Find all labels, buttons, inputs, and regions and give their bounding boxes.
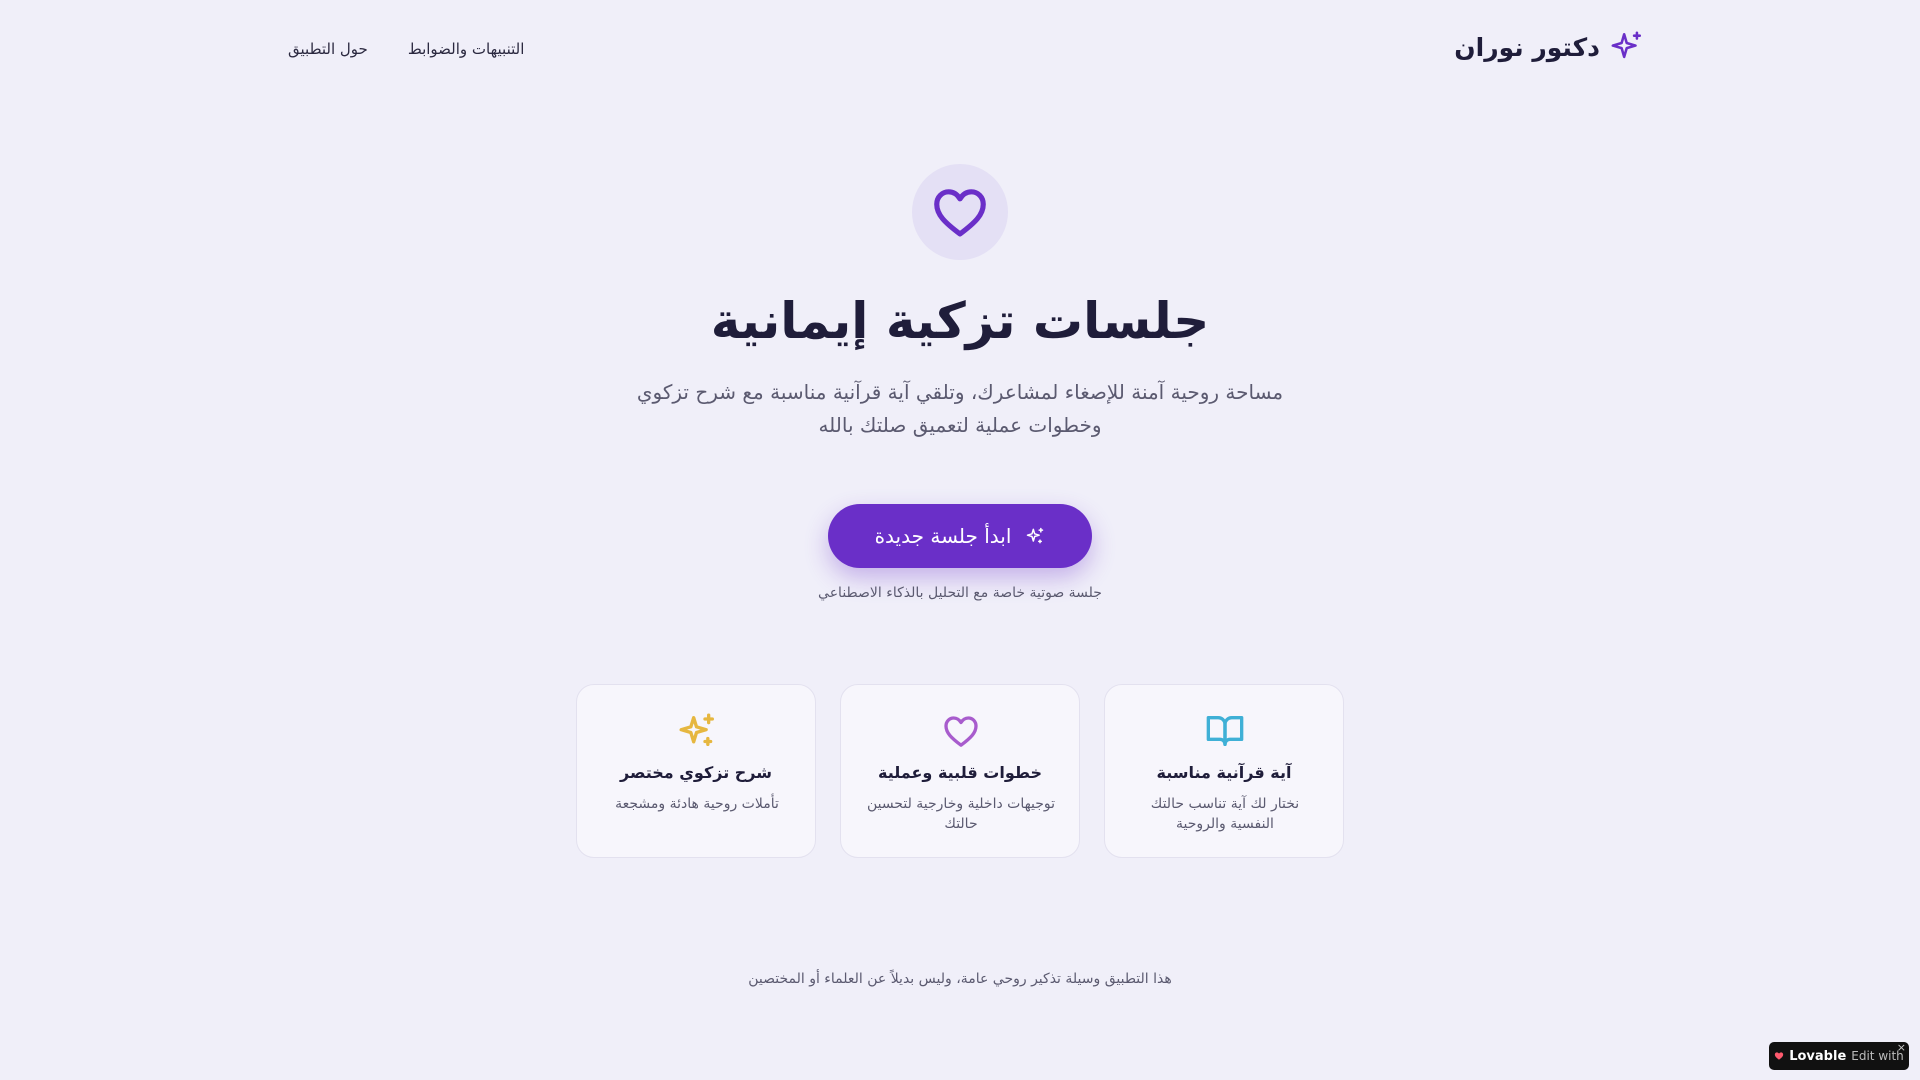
cta-sparkles-icon xyxy=(1025,526,1045,546)
sparkles-icon xyxy=(1610,30,1644,64)
hero-heart-badge xyxy=(912,164,1008,260)
feature-card-quran-verse: آية قرآنية مناسبة نختار لك آية تناسب حال… xyxy=(1104,684,1344,858)
book-icon xyxy=(1205,711,1245,751)
feature-card-explanation: شرح تزكوي مختصر تأملات روحية هادئة ومشجع… xyxy=(576,684,816,858)
badge-close-icon[interactable]: × xyxy=(1897,1041,1906,1054)
cta-label: ابدأ جلسة جديدة xyxy=(874,524,1012,548)
feature-title: شرح تزكوي مختصر xyxy=(619,763,772,782)
top-header: دكتور نوران حول التطبيق التنبيهات والضوا… xyxy=(0,0,1920,100)
feature-description: نختار لك آية تناسب حالتك النفسية والروحي… xyxy=(1150,796,1300,832)
heart-icon xyxy=(929,181,991,243)
badge-brand: Lovable xyxy=(1789,1048,1847,1064)
lovable-heart-icon xyxy=(1774,1051,1784,1061)
feature-description: تأملات روحية هادئة ومشجعة xyxy=(615,796,779,812)
page-title: جلسات تزكية إيمانية xyxy=(710,292,1210,350)
cta-note: جلسة صوتية خاصة مع التحليل بالذكاء الاصط… xyxy=(818,585,1102,601)
heart-icon xyxy=(941,711,981,751)
main-nav: حول التطبيق التنبيهات والضوابط xyxy=(288,40,524,58)
start-session-button[interactable]: ابدأ جلسة جديدة xyxy=(828,504,1092,568)
brand-logo[interactable]: دكتور نوران xyxy=(1454,30,1644,64)
feature-title: آية قرآنية مناسبة xyxy=(1156,763,1292,782)
feature-description: توجيهات داخلية وخارجية لتحسين حالتك xyxy=(866,796,1056,832)
hero-subtitle: مساحة روحية آمنة للإصغاء لمشاعرك، وتلقي … xyxy=(636,380,1284,437)
nav-notices-link[interactable]: التنبيهات والضوابط xyxy=(408,40,525,58)
disclaimer-note: هذا التطبيق وسيلة تذكير روحي عامة، وليس … xyxy=(748,971,1172,987)
nav-about-link[interactable]: حول التطبيق xyxy=(288,40,368,58)
feature-card-practical-steps: خطوات قلبية وعملية توجيهات داخلية وخارجي… xyxy=(840,684,1080,858)
edit-with-lovable-badge[interactable]: Lovable Edit with × xyxy=(1769,1041,1909,1070)
brand-name: دكتور نوران xyxy=(1454,32,1600,62)
sparkles-icon xyxy=(677,711,717,751)
feature-title: خطوات قلبية وعملية xyxy=(878,763,1042,782)
